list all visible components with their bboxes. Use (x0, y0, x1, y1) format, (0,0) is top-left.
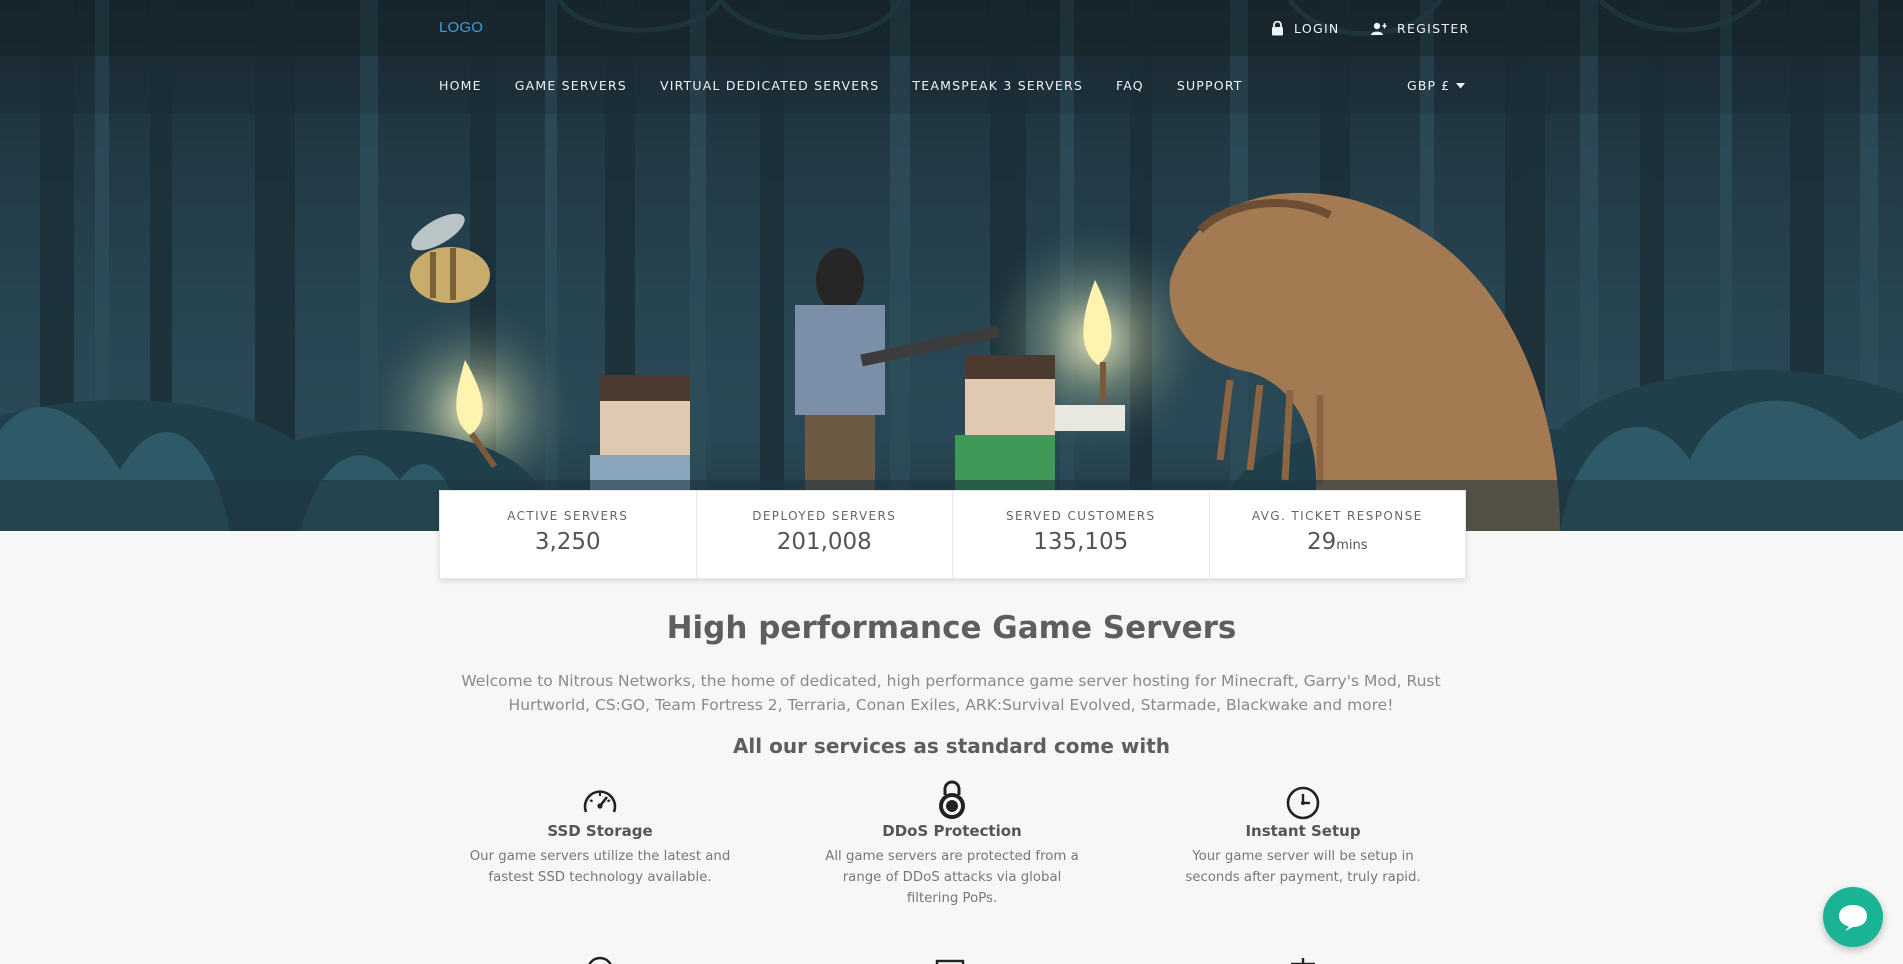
feature-ddos-protection: DDoS Protection All game servers are pro… (817, 780, 1087, 909)
stat-label: AVG. TICKET RESPONSE (1251, 509, 1423, 523)
nav-item-virtual-dedicated-servers[interactable]: VIRTUAL DEDICATED SERVERS (660, 78, 879, 93)
feature-title: SSD Storage (547, 822, 653, 840)
caret-down-icon (1456, 82, 1466, 88)
stat-label: SERVED CUSTOMERS (1005, 509, 1156, 523)
stat-label: ACTIVE SERVERS (507, 509, 629, 523)
main-nav: HOME GAME SERVERS VIRTUAL DEDICATED SERV… (439, 78, 1276, 93)
nav-item-teamspeak-3-servers[interactable]: TEAMSPEAK 3 SERVERS (912, 78, 1083, 93)
stat-served-customers: SERVED CUSTOMERS 135,105 (953, 491, 1210, 578)
lock-icon (1272, 21, 1283, 36)
nav-item-home[interactable]: HOME (439, 78, 482, 93)
top-bar (0, 0, 1903, 56)
nav-item-faq[interactable]: FAQ (1116, 78, 1144, 93)
login-link[interactable]: LOGIN (1271, 21, 1340, 36)
feature-icon-partial (935, 956, 965, 964)
stat-active-servers: ACTIVE SERVERS 3,250 (440, 491, 697, 578)
stats-bar: ACTIVE SERVERS 3,250 DEPLOYED SERVERS 20… (439, 490, 1466, 579)
live-chat-button[interactable] (1823, 887, 1883, 947)
feature-description: All game servers are protected from a ra… (825, 849, 1079, 906)
stat-deployed-servers: DEPLOYED SERVERS 201,008 (697, 491, 953, 578)
hero-banner: LOGO LOGIN REGISTER HOME GAME SERVERS VI… (0, 0, 1903, 531)
stat-unit: mins (1336, 538, 1368, 553)
feature-icon-partial (1288, 956, 1318, 964)
stat-value: 3,250 (440, 529, 696, 555)
feature-ssd-storage: SSD Storage Our game servers utilize the… (465, 786, 735, 888)
stat-value: 201,008 (697, 529, 953, 555)
page-title: High performance Game Servers (666, 610, 1237, 646)
feature-description: Your game server will be setup in second… (1185, 849, 1421, 885)
feature-title: Instant Setup (1245, 822, 1361, 840)
currency-label: GBP £ (1407, 78, 1451, 93)
nav-item-support[interactable]: SUPPORT (1177, 78, 1243, 93)
stat-avg-ticket-response: AVG. TICKET RESPONSE 29mins (1210, 491, 1466, 578)
monitor-icon (935, 959, 965, 964)
nav-item-game-servers[interactable]: GAME SERVERS (515, 78, 627, 93)
stat-number: 201,008 (776, 529, 872, 555)
stat-number: 135,105 (1033, 529, 1129, 555)
site-logo[interactable]: LOGO (439, 19, 483, 36)
stat-number: 29 (1306, 529, 1337, 555)
register-link[interactable]: REGISTER (1371, 21, 1470, 36)
chat-bubble-icon (1839, 905, 1867, 931)
stat-number: 3,250 (534, 529, 601, 555)
section-subtitle: All our services as standard come with (732, 734, 1171, 758)
clock-icon (1286, 786, 1320, 820)
feature-instant-setup: Instant Setup Your game server will be s… (1168, 786, 1438, 888)
register-label: REGISTER (1397, 21, 1470, 36)
currency-selector[interactable]: GBP £ (1407, 78, 1466, 93)
intro-text: Welcome to Nitrous Networks, the home of… (461, 672, 1441, 714)
add-user-icon (1371, 22, 1387, 35)
padlock-icon (939, 780, 965, 819)
stat-label: DEPLOYED SERVERS (752, 509, 897, 523)
speedometer-icon (583, 790, 617, 813)
stat-value: 135,105 (953, 529, 1209, 555)
feature-icon-partial (585, 956, 615, 964)
feature-description: Our game servers utilize the latest and … (469, 849, 731, 885)
login-label: LOGIN (1294, 21, 1340, 36)
support-icon (1291, 958, 1315, 964)
stat-value: 29mins (1210, 529, 1466, 555)
globe-icon (588, 956, 612, 964)
feature-title: DDoS Protection (882, 822, 1022, 840)
